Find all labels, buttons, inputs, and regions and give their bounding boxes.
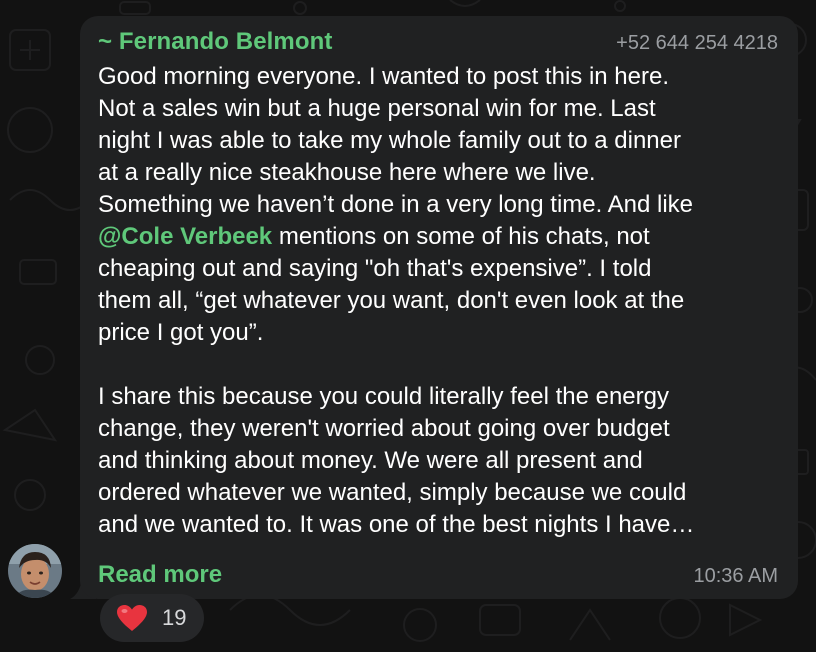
avatar-image xyxy=(8,544,62,598)
sender-avatar[interactable] xyxy=(8,544,62,598)
message-footer: Read more 10:36 AM xyxy=(98,561,778,589)
mention-link[interactable]: @Cole Verbeek xyxy=(98,223,272,250)
message-header: ~ Fernando Belmont +52 644 254 4218 xyxy=(98,28,778,58)
sender-phone: +52 644 254 4218 xyxy=(616,32,778,54)
read-more-link[interactable]: Read more xyxy=(98,561,222,589)
reaction-pill[interactable]: 19 xyxy=(100,594,204,642)
message-paragraph-2: I share this because you could literally… xyxy=(98,383,695,538)
message-timestamp: 10:36 AM xyxy=(693,565,778,587)
reaction-count: 19 xyxy=(162,605,187,630)
sender-name[interactable]: ~ Fernando Belmont xyxy=(98,28,333,56)
message-text: Good morning everyone. I wanted to post … xyxy=(98,61,788,541)
message-bubble: ~ Fernando Belmont +52 644 254 4218 Good… xyxy=(80,16,798,599)
red-heart-icon xyxy=(117,605,147,631)
message-text-part-1: Good morning everyone. I wanted to post … xyxy=(98,63,694,218)
